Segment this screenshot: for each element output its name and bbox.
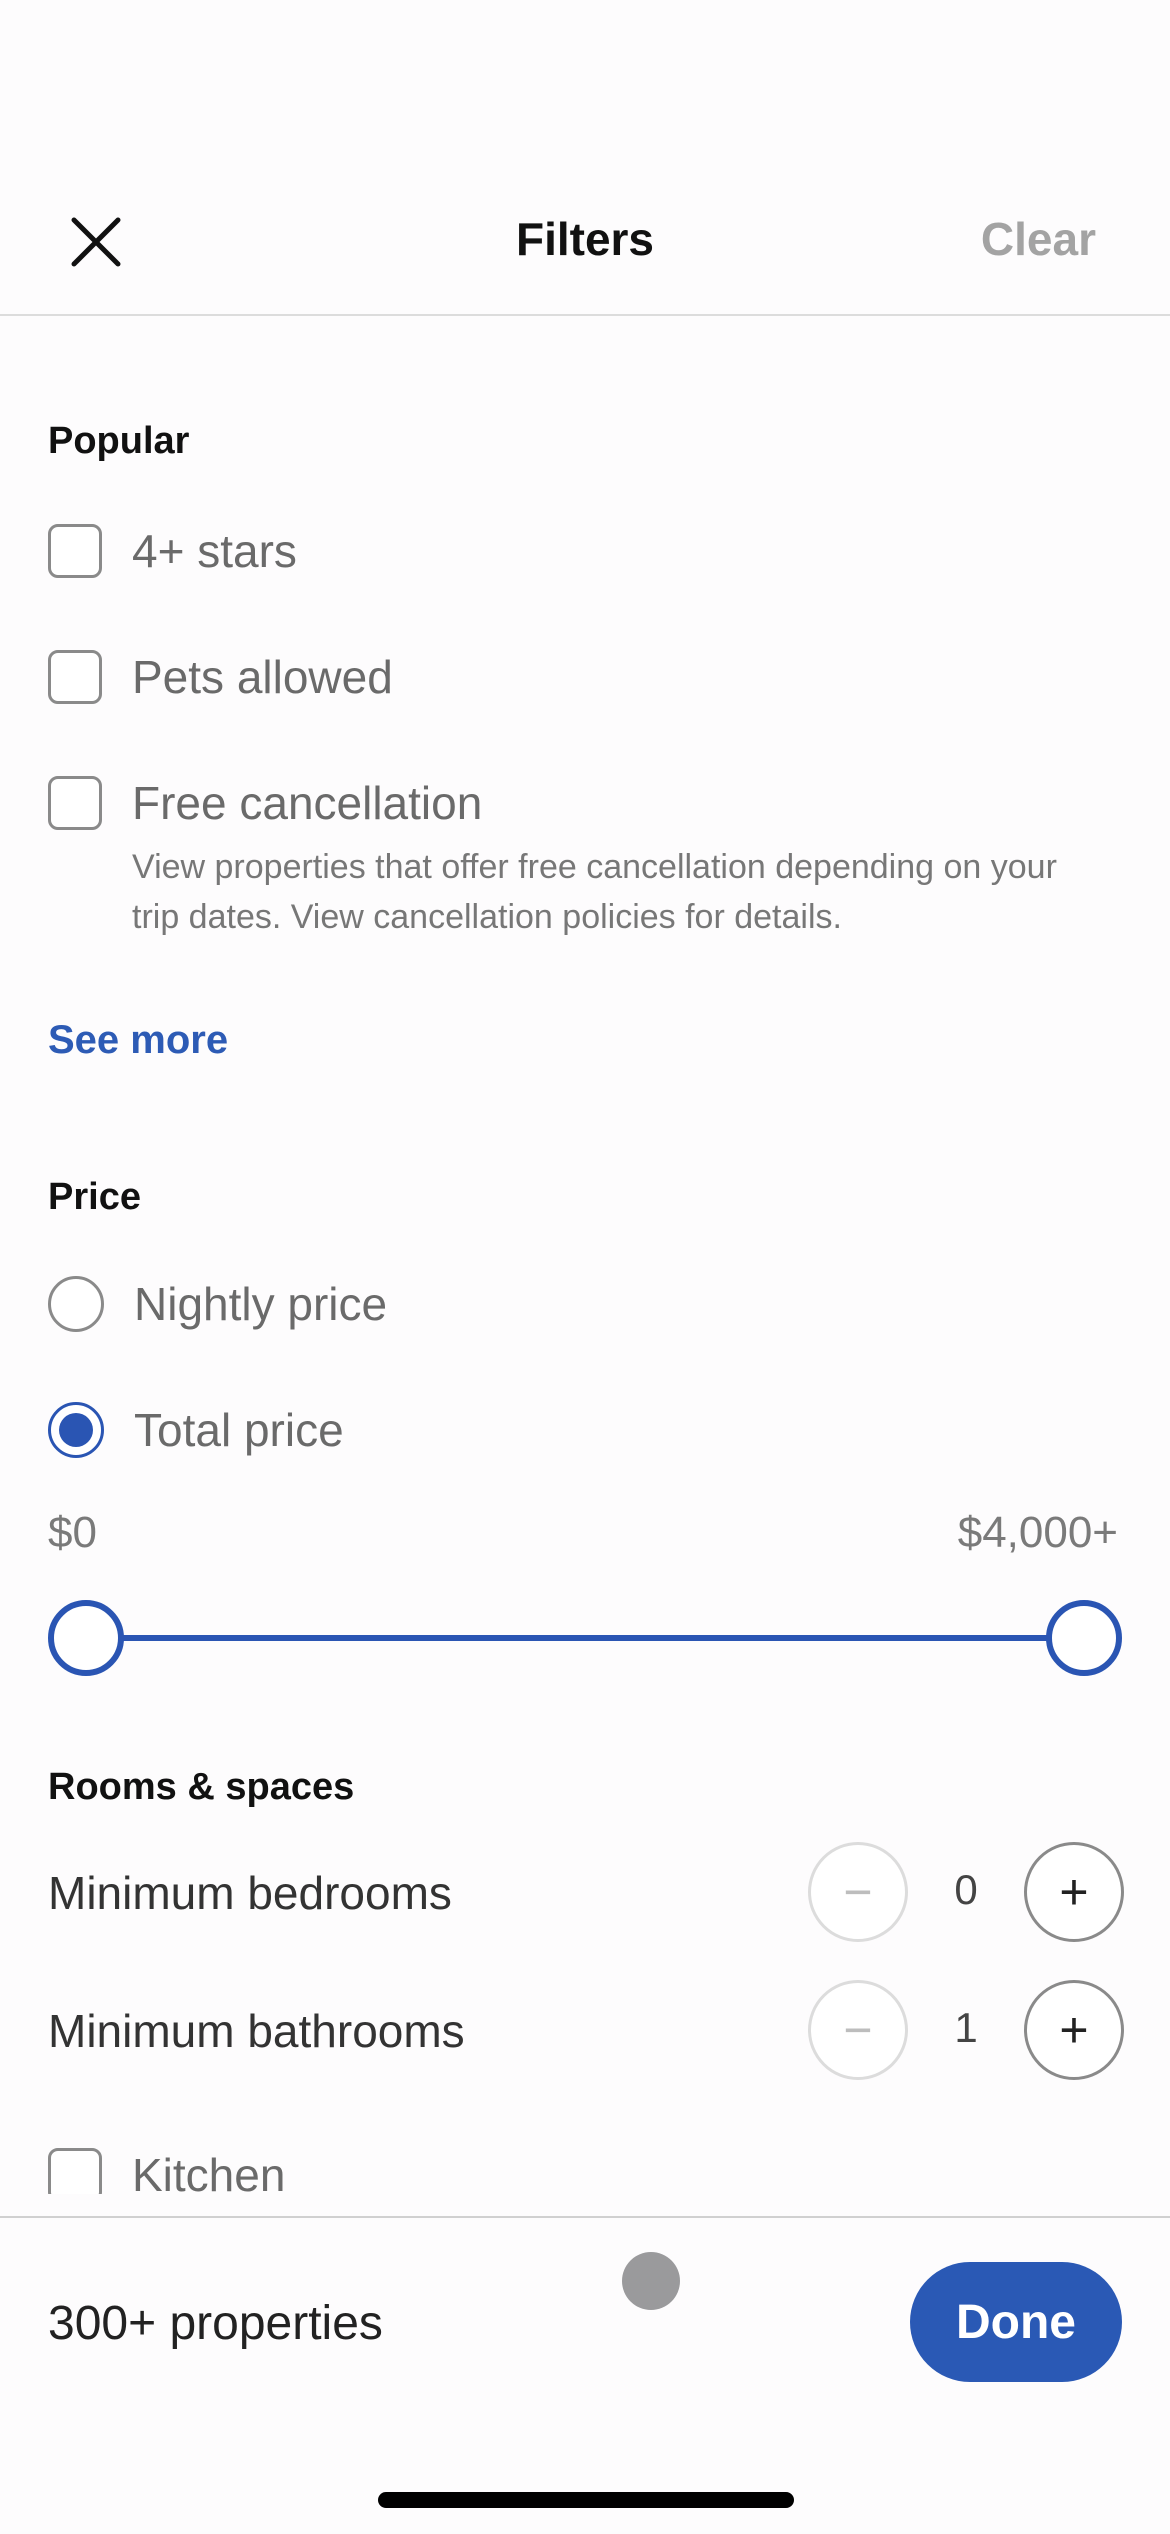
stepper-min-bedrooms: Minimum bedrooms − 0 +: [48, 1842, 1124, 1942]
clear-button[interactable]: Clear: [981, 212, 1096, 266]
free-cancellation-description: View properties that offer free cancella…: [132, 848, 1057, 936]
touch-indicator: [622, 2252, 680, 2310]
filter-kitchen[interactable]: Kitchen: [48, 2148, 285, 2194]
slider-thumb-min[interactable]: [48, 1600, 124, 1676]
filter-pets-allowed[interactable]: Pets allowed: [48, 650, 393, 704]
radio-total-price[interactable]: Total price: [48, 1402, 344, 1458]
slider-track: [86, 1635, 1084, 1641]
checkbox-label: Kitchen: [132, 2149, 286, 2194]
decrement-button[interactable]: −: [808, 1842, 908, 1942]
minus-icon: −: [843, 1864, 873, 1920]
decrement-button[interactable]: −: [808, 1980, 908, 2080]
price-max-label: $4,000+: [957, 1508, 1118, 1557]
increment-button[interactable]: +: [1024, 1842, 1124, 1942]
rooms-section-title: Rooms & spaces: [48, 1766, 355, 1808]
property-count: 300+ properties: [48, 2297, 383, 2350]
radio-button-selected[interactable]: [48, 1402, 104, 1458]
close-button[interactable]: [64, 210, 128, 274]
price-range-slider[interactable]: [48, 1600, 1122, 1676]
popular-section-title: Popular: [48, 420, 190, 462]
checkbox[interactable]: [48, 650, 102, 704]
stepper-value: 1: [954, 2004, 978, 2051]
slider-thumb-max[interactable]: [1046, 1600, 1122, 1676]
stepper-value: 0: [954, 1866, 978, 1913]
plus-icon: +: [1059, 1864, 1089, 1920]
filter-4-stars[interactable]: 4+ stars: [48, 524, 297, 578]
close-icon: [71, 217, 121, 267]
amenity-kitchen-clipped: Kitchen: [0, 2140, 1170, 2194]
checkbox[interactable]: [48, 776, 102, 830]
checkbox-label: Pets allowed: [132, 651, 393, 703]
radio-nightly-price[interactable]: Nightly price: [48, 1276, 387, 1332]
home-indicator[interactable]: [378, 2492, 794, 2508]
done-button[interactable]: Done: [910, 2262, 1122, 2382]
see-more-link[interactable]: See more: [48, 1018, 228, 1063]
price-section-title: Price: [48, 1176, 141, 1218]
filter-free-cancellation[interactable]: Free cancellation: [48, 776, 482, 830]
minus-icon: −: [843, 2002, 873, 2058]
increment-button[interactable]: +: [1024, 1980, 1124, 2080]
radio-button[interactable]: [48, 1276, 104, 1332]
stepper-label: Minimum bathrooms: [48, 2005, 465, 2057]
stepper-label: Minimum bedrooms: [48, 1867, 452, 1919]
checkbox-label: 4+ stars: [132, 525, 297, 577]
checkbox-label: Free cancellation: [132, 777, 483, 829]
plus-icon: +: [1059, 2002, 1089, 2058]
stepper-min-bathrooms: Minimum bathrooms − 1 +: [48, 1980, 1124, 2080]
radio-label: Total price: [134, 1404, 344, 1456]
checkbox[interactable]: [48, 524, 102, 578]
radio-label: Nightly price: [134, 1278, 388, 1330]
price-min-label: $0: [48, 1508, 97, 1557]
checkbox[interactable]: [48, 2148, 102, 2194]
